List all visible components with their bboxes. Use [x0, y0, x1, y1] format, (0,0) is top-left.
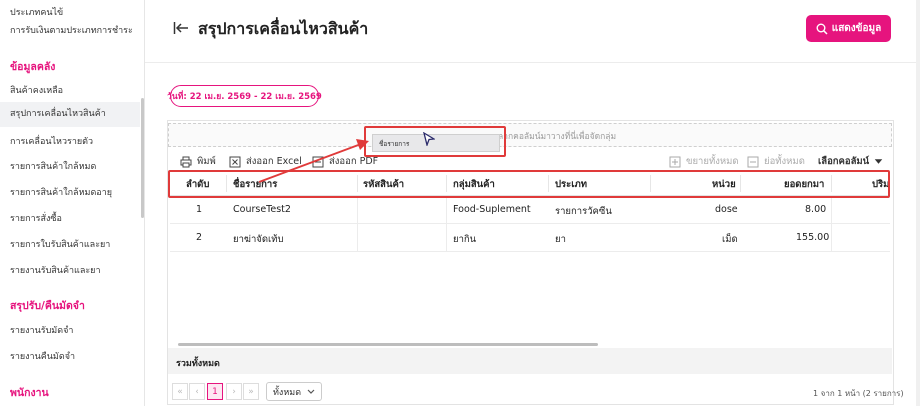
- cell-name: ยาฆ่าจัดเท้บ: [233, 234, 284, 245]
- cell-unit: dose: [715, 204, 738, 215]
- prev-page-button[interactable]: ‹: [189, 383, 205, 400]
- choose-columns-label: เลือกคอลัมน์: [818, 156, 870, 167]
- annotation-arrow-icon: [258, 139, 369, 183]
- summary-row: [168, 348, 892, 374]
- page-1-button[interactable]: 1: [207, 383, 223, 400]
- date-range-badge[interactable]: วันที่: 22 เม.ย. 2569 - 22 เม.ย. 2569: [167, 85, 322, 107]
- group-panel-hint: ลากคอลัมน์มาวางที่นี่เพื่อจัดกลุ่ม: [498, 132, 617, 142]
- next-page-button[interactable]: ›: [226, 383, 242, 400]
- expand-all-label: ขยายทั้งหมด: [686, 156, 739, 167]
- sidebar-section-inventory: ข้อมูลคลัง: [10, 61, 56, 73]
- last-page-button[interactable]: »: [243, 383, 259, 400]
- collapse-icon: [747, 156, 759, 167]
- print-label: พิมพ์: [197, 156, 216, 167]
- sidebar-item-receipt-report[interactable]: รายงานรับสินค้าและยา: [10, 263, 101, 277]
- show-data-label: แสดงข้อมูล: [831, 23, 882, 34]
- table-row-divider: [170, 223, 890, 224]
- sidebar-item-stock-balance[interactable]: สินค้าคงเหลือ: [10, 83, 63, 97]
- excel-icon: [229, 156, 241, 167]
- horizontal-scrollbar[interactable]: [178, 343, 598, 346]
- sidebar-item-patient-type[interactable]: ประเภทคนไข้: [10, 5, 63, 19]
- column-gridline: [831, 196, 832, 252]
- cell-group: ยากิน: [453, 234, 477, 245]
- chevron-down-icon: [307, 389, 315, 394]
- page-scrollbar[interactable]: [916, 0, 920, 406]
- choose-columns-button[interactable]: เลือกคอลัมน์: [818, 154, 883, 169]
- sidebar-item-payment-by-type[interactable]: การรับเงินตามประเภทการชำระ: [10, 23, 133, 37]
- column-gridline: [357, 196, 358, 252]
- cell-name: CourseTest2: [233, 204, 291, 215]
- cell-carried: 8.00: [805, 204, 827, 215]
- summary-label: รวมทั้งหมด: [176, 359, 220, 369]
- sidebar-scrollbar[interactable]: [141, 98, 144, 218]
- page-size-select[interactable]: ทั้งหมด: [266, 382, 322, 401]
- page-size-value: ทั้งหมด: [273, 387, 302, 398]
- page-info: 1 จาก 1 หน้า (2 รายการ): [813, 389, 904, 398]
- sidebar-item-item-movement[interactable]: การเคลื่อนไหวรายตัว: [10, 134, 93, 148]
- sidebar-item-receipts[interactable]: รายการใบรับสินค้าและยา: [10, 237, 110, 251]
- cell-unit: เม็ด: [722, 234, 738, 245]
- sidebar-item-near-expiry[interactable]: รายการสินค้าใกล้หมดอายุ: [10, 185, 112, 199]
- sidebar-item-deposit-received[interactable]: รายงานรับมัดจำ: [10, 323, 73, 337]
- table-row-divider: [170, 251, 890, 252]
- cell-no: 1: [196, 204, 203, 215]
- show-data-button[interactable]: แสดงข้อมูล: [806, 15, 891, 42]
- cell-no: 2: [196, 232, 203, 243]
- collapse-all-button[interactable]: ย่อทั้งหมด: [747, 154, 805, 169]
- sidebar-item-low-stock[interactable]: รายการสินค้าใกล้หมด: [10, 159, 96, 173]
- sidebar-item-movement-summary[interactable]: สรุปการเคลื่อนไหวสินค้า: [0, 102, 140, 127]
- sidebar-item-deposit-returned[interactable]: รายงานคืนมัดจำ: [10, 349, 75, 363]
- header-divider: [145, 62, 920, 63]
- print-button[interactable]: พิมพ์: [180, 154, 216, 169]
- cell-carried: 155.00: [796, 232, 830, 243]
- sidebar-section-staff: พนักงาน: [10, 387, 49, 399]
- first-page-button[interactable]: «: [172, 383, 188, 400]
- cell-group: Food-Suplement: [453, 204, 531, 215]
- back-arrow-icon[interactable]: [173, 20, 189, 36]
- collapse-all-label: ย่อทั้งหมด: [764, 156, 805, 167]
- printer-icon: [180, 156, 192, 167]
- sidebar: ประเภทคนไข้ การรับเงินตามประเภทการชำระ ข…: [0, 0, 145, 406]
- caret-down-icon: [874, 159, 883, 164]
- expand-icon: [669, 156, 681, 167]
- cell-type: ยา: [555, 234, 566, 245]
- highlight-drag-chip: [364, 126, 506, 157]
- search-icon: [816, 23, 828, 35]
- sidebar-item-orders[interactable]: รายการสั่งซื้อ: [10, 211, 62, 225]
- cell-type: รายการวัคซีน: [555, 206, 612, 217]
- page-title: สรุปการเคลื่อนไหวสินค้า: [198, 19, 369, 38]
- column-gridline: [446, 196, 447, 252]
- sidebar-section-deposit: สรุปรับ/คืนมัดจำ: [10, 300, 85, 312]
- expand-all-button[interactable]: ขยายทั้งหมด: [669, 154, 739, 169]
